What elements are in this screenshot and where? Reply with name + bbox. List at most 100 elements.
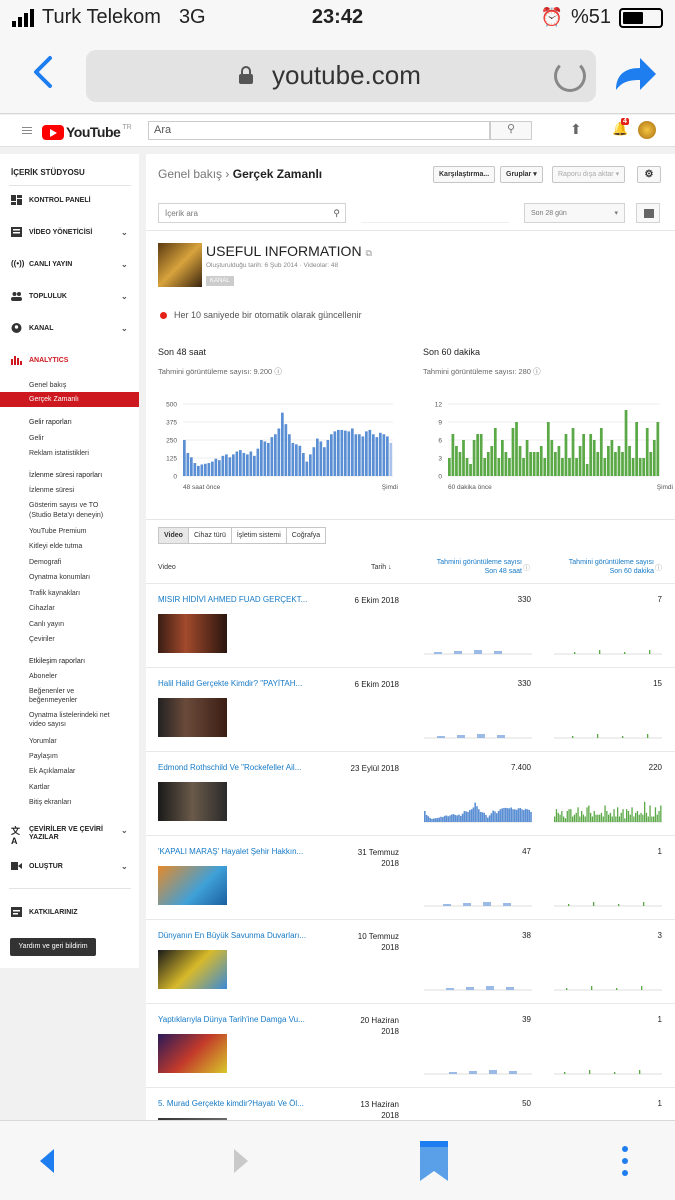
settings-button[interactable]: ⚙ bbox=[637, 166, 661, 183]
chart-bar[interactable] bbox=[379, 432, 382, 476]
chart-bar[interactable] bbox=[207, 463, 211, 476]
chart-bar[interactable] bbox=[508, 458, 511, 476]
sidebar-item-create[interactable]: OLUŞTUR ⌄ bbox=[11, 861, 128, 871]
chart-bar[interactable] bbox=[522, 458, 525, 476]
chart-bar[interactable] bbox=[382, 434, 386, 476]
chart-bar[interactable] bbox=[557, 446, 561, 476]
sidebar-sub-watch-time[interactable]: İzlenme süresi bbox=[29, 487, 74, 494]
chart-bar[interactable] bbox=[539, 446, 543, 476]
chart-bar[interactable] bbox=[361, 436, 365, 476]
chart-bar[interactable] bbox=[183, 440, 186, 476]
chart-bar[interactable] bbox=[326, 440, 330, 476]
chart-bar[interactable] bbox=[214, 458, 218, 476]
chart-bar[interactable] bbox=[614, 452, 617, 476]
sidebar-sub-overview[interactable]: Genel bakış bbox=[29, 382, 66, 389]
chart-bar[interactable] bbox=[448, 458, 451, 476]
chart-bar[interactable] bbox=[515, 422, 518, 476]
info-icon[interactable]: ⓘ bbox=[655, 563, 662, 573]
video-thumbnail[interactable] bbox=[158, 950, 227, 989]
sidebar-sub-subscribers[interactable]: Aboneler bbox=[29, 673, 57, 680]
chart-bar[interactable] bbox=[239, 450, 242, 476]
sidebar-sub-retention[interactable]: Kitleyi elde tutma bbox=[29, 543, 82, 550]
chart-bar[interactable] bbox=[536, 452, 540, 476]
sidebar-sub-comments[interactable]: Yorumlar bbox=[29, 738, 57, 745]
chart-bar[interactable] bbox=[501, 440, 504, 476]
sidebar-sub-impressions[interactable]: Gösterim sayısı ve TO bbox=[29, 502, 98, 509]
chart-bar[interactable] bbox=[550, 440, 554, 476]
search-button[interactable]: ⚲ bbox=[490, 121, 532, 140]
sidebar-sub-playlists[interactable]: Oynatma listelerindeki net bbox=[29, 712, 110, 719]
sidebar-sub-likes[interactable]: Beğenenler ve bbox=[29, 688, 74, 695]
share-icon[interactable] bbox=[612, 54, 658, 94]
chart-bar[interactable] bbox=[277, 428, 281, 476]
chart-bar[interactable] bbox=[621, 452, 624, 476]
chart-bar[interactable] bbox=[193, 463, 197, 476]
chart-bar[interactable] bbox=[333, 431, 337, 476]
chart-bar[interactable] bbox=[253, 455, 256, 476]
chart-bar[interactable] bbox=[249, 451, 253, 476]
search-input[interactable]: Ara bbox=[148, 121, 490, 140]
chart-bar[interactable] bbox=[354, 434, 358, 476]
table-row[interactable]: Dünyanın En Büyük Savunma Duvarları... 1… bbox=[146, 919, 675, 1003]
chart-bar[interactable] bbox=[375, 437, 379, 476]
chart-bar[interactable] bbox=[649, 452, 653, 476]
video-title-link[interactable]: Yaptıklarıyla Dünya Tarih'ine Damga Vu..… bbox=[158, 1015, 305, 1024]
table-row[interactable]: 'KAPALI MARAŞ' Hayalet Şehir Hakkın... 3… bbox=[146, 835, 675, 919]
sidebar-item-analytics[interactable]: ANALYTICS bbox=[11, 355, 68, 365]
tab-geography[interactable]: Coğrafya bbox=[285, 527, 327, 544]
chart-bar[interactable] bbox=[592, 440, 596, 476]
video-title-link[interactable]: Edmond Rothschild Ve "Rockefeller Ail... bbox=[158, 763, 301, 772]
chart-bar[interactable] bbox=[645, 428, 649, 476]
breadcrumb-overview[interactable]: Genel bakış bbox=[158, 167, 222, 181]
chart-bar[interactable] bbox=[274, 434, 277, 476]
chart-bar[interactable] bbox=[546, 422, 550, 476]
chart-bar[interactable] bbox=[607, 446, 610, 476]
sidebar-sub-playback-locations[interactable]: Oynatma konumları bbox=[29, 574, 90, 581]
sidebar-item-channel[interactable]: KANAL ⌄ bbox=[11, 323, 128, 333]
chart-bar[interactable] bbox=[190, 457, 193, 476]
chart-bar[interactable] bbox=[617, 446, 621, 476]
chart-bar[interactable] bbox=[486, 452, 490, 476]
sidebar-item-community[interactable]: TOPLULUK ⌄ bbox=[11, 291, 128, 301]
bookmarks-icon[interactable] bbox=[418, 1139, 450, 1183]
chart-bar[interactable] bbox=[585, 464, 589, 476]
chart-bar[interactable] bbox=[319, 441, 323, 476]
video-thumbnail[interactable] bbox=[158, 1034, 227, 1073]
chart-bar[interactable] bbox=[358, 434, 361, 476]
compare-button[interactable]: Karşılaştırma... bbox=[433, 166, 496, 183]
chart-bar[interactable] bbox=[483, 458, 487, 476]
chart-bar[interactable] bbox=[267, 442, 270, 476]
chart-bar[interactable] bbox=[578, 446, 582, 476]
chart-bar[interactable] bbox=[476, 434, 479, 476]
chart-bar[interactable] bbox=[288, 434, 291, 476]
channel-title[interactable]: USEFUL INFORMATION ⧉ bbox=[206, 243, 372, 259]
chart-bar[interactable] bbox=[305, 461, 309, 476]
chart-bar[interactable] bbox=[596, 452, 600, 476]
back-arrow-icon[interactable] bbox=[36, 1147, 58, 1175]
chart-bar[interactable] bbox=[568, 458, 571, 476]
chart-bar[interactable] bbox=[312, 447, 316, 476]
chart-bar[interactable] bbox=[564, 434, 568, 476]
video-title-link[interactable]: Halil Halid Gerçekte Kimdir? "PAYİTAH... bbox=[158, 679, 302, 688]
tab-device-type[interactable]: Cihaz türü bbox=[187, 527, 232, 544]
chart-bar[interactable] bbox=[263, 441, 267, 476]
chart-bar[interactable] bbox=[543, 458, 547, 476]
chart-bar[interactable] bbox=[571, 428, 575, 476]
chart-bar[interactable] bbox=[589, 434, 593, 476]
chart-bar[interactable] bbox=[635, 422, 638, 476]
chart-bar[interactable] bbox=[469, 464, 472, 476]
chart-bar[interactable] bbox=[368, 429, 372, 476]
sidebar-sub-ad-rates[interactable]: Reklam istatistikleri bbox=[29, 450, 89, 457]
chart-bar[interactable] bbox=[479, 434, 483, 476]
video-title-link[interactable]: MISIR HİDİVİ AHMED FUAD GERÇEKT... bbox=[158, 595, 307, 604]
tab-video[interactable]: Video bbox=[158, 527, 189, 544]
chart-bar[interactable] bbox=[351, 428, 354, 476]
sidebar-item-live[interactable]: ((•)) CANLI YAYIN ⌄ bbox=[11, 259, 128, 269]
chart-bar[interactable] bbox=[284, 424, 288, 476]
chart-bar[interactable] bbox=[462, 440, 465, 476]
sidebar-sub-premium[interactable]: YouTube Premium bbox=[29, 528, 86, 535]
chart-bar[interactable] bbox=[197, 465, 200, 476]
chart-bar[interactable] bbox=[330, 434, 333, 476]
chart-bar[interactable] bbox=[389, 442, 393, 476]
chart-bar[interactable] bbox=[281, 412, 284, 476]
